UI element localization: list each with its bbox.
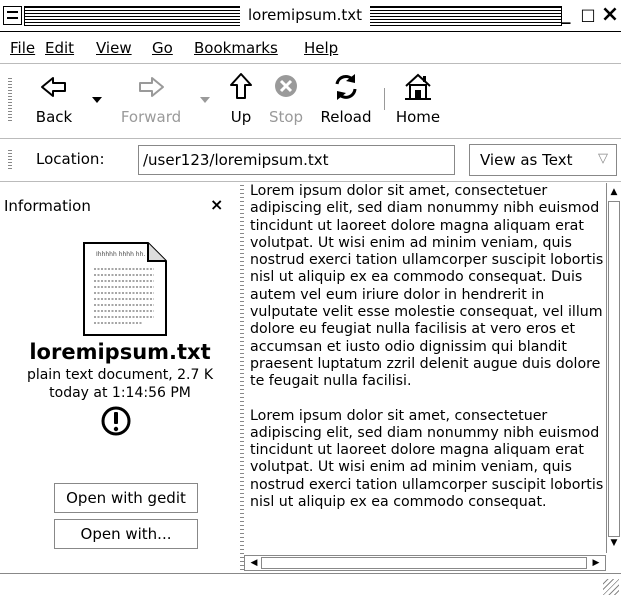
menu-view[interactable]: View	[96, 39, 132, 57]
file-date: today at 1:14:56 PM	[49, 385, 191, 401]
sidebar-title[interactable]: Information	[4, 197, 91, 215]
forward-button[interactable]: Forward	[114, 70, 188, 126]
close-button[interactable]: ×	[600, 3, 620, 27]
toolbar-separator	[384, 88, 385, 110]
home-icon	[403, 70, 433, 104]
menu-file-label: File	[10, 39, 36, 57]
horizontal-scrollbar[interactable]: ◀ ▶	[244, 555, 606, 571]
forward-history-dropdown-icon[interactable]	[200, 97, 210, 103]
vertical-scrollbar[interactable]: ▲ ▼	[606, 183, 621, 553]
back-arrow-icon	[39, 70, 69, 104]
text-paragraph: Lorem ipsum dolor sit amet, consectetuer…	[250, 183, 604, 390]
menu-view-label: View	[96, 39, 132, 57]
reload-label: Reload	[320, 108, 372, 126]
back-history-dropdown-icon[interactable]	[92, 97, 102, 103]
up-label: Up	[230, 108, 252, 126]
back-label: Back	[35, 108, 73, 126]
chevron-down-icon: ▽	[598, 151, 608, 166]
forward-label: Forward	[120, 108, 182, 126]
location-label: Location:	[36, 150, 105, 168]
vertical-scroll-thumb[interactable]	[608, 201, 620, 537]
scroll-left-arrow-icon[interactable]: ◀	[247, 556, 261, 570]
text-paragraph: Lorem ipsum dolor sit amet, consectetuer…	[250, 407, 604, 511]
menu-edit-label: Edit	[45, 39, 75, 57]
scroll-down-arrow-icon[interactable]: ▼	[607, 536, 621, 551]
menu-help[interactable]: Help	[304, 39, 338, 57]
title-bar[interactable]: loremipsum.txt _ □ ×	[0, 0, 621, 32]
menu-file[interactable]: File	[10, 39, 35, 57]
stop-button[interactable]: Stop	[266, 70, 306, 126]
maximize-button[interactable]: □	[578, 3, 598, 27]
svg-text:Ihhhhh hhhh hh.: Ihhhhh hhhh hh.	[96, 251, 145, 258]
toolbar-grip[interactable]	[8, 78, 12, 122]
menu-help-label: Help	[304, 39, 339, 57]
text-view[interactable]: Lorem ipsum dolor sit amet, consectetuer…	[244, 183, 606, 553]
file-name: loremipsum.txt	[29, 340, 211, 364]
scroll-right-arrow-icon[interactable]: ▶	[589, 556, 603, 570]
sidebar-close-button[interactable]: ×	[210, 195, 223, 214]
menu-go[interactable]: Go	[152, 39, 173, 57]
menu-bookmarks[interactable]: Bookmarks	[194, 39, 278, 57]
view-as-label: View as Text	[480, 151, 573, 169]
location-bar: Location: View as Text ▽	[0, 140, 621, 182]
stop-icon	[271, 70, 301, 104]
back-button[interactable]: Back	[26, 70, 82, 126]
location-bar-grip[interactable]	[8, 150, 12, 170]
status-bar	[0, 573, 621, 597]
home-label: Home	[395, 108, 441, 126]
window-menu-icon[interactable]	[3, 6, 22, 25]
up-button[interactable]: Up	[224, 70, 258, 126]
reload-icon	[331, 70, 361, 104]
open-with-gedit-button[interactable]: Open with gedit	[54, 483, 198, 513]
forward-arrow-icon	[136, 70, 166, 104]
window-title: loremipsum.txt	[240, 4, 371, 26]
horizontal-scroll-thumb[interactable]	[261, 557, 587, 569]
toolbar: Back Forward Up Stop Reload Home	[0, 63, 621, 139]
menu-edit[interactable]: Edit	[45, 39, 74, 57]
minimize-button[interactable]: _	[556, 3, 576, 27]
view-as-dropdown[interactable]: View as Text ▽	[469, 144, 617, 176]
menu-bookmarks-label: Bookmarks	[194, 39, 278, 57]
reload-button[interactable]: Reload	[316, 70, 376, 126]
file-type: plain text document, 2.7 K	[26, 367, 214, 383]
warning-icon	[100, 405, 132, 437]
home-button[interactable]: Home	[392, 70, 444, 126]
menu-bar: File Edit View Go Bookmarks Help	[0, 33, 621, 63]
up-arrow-icon	[226, 70, 256, 104]
text-document-icon: Ihhhhh hhhh hh.	[82, 241, 168, 337]
menu-go-label: Go	[152, 39, 173, 57]
scroll-up-arrow-icon[interactable]: ▲	[607, 185, 621, 200]
resize-grip-icon[interactable]	[603, 579, 619, 595]
stop-label: Stop	[268, 108, 304, 126]
information-sidebar: Information × Ihhhhh hhhh hh. loremipsum…	[0, 183, 240, 573]
open-with-button[interactable]: Open with...	[54, 519, 198, 549]
sidebar-header: Information ×	[4, 193, 236, 221]
location-input[interactable]	[138, 145, 455, 175]
